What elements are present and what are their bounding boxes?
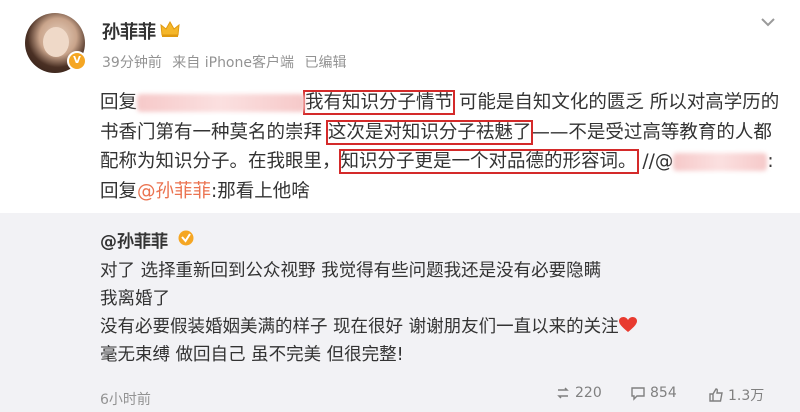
repost-time[interactable]: 6小时前 (100, 389, 151, 409)
repost-line: 没有必要假装婚姻美满的样子 现在很好 谢谢朋友们一直以来的关注 (100, 313, 780, 341)
repost-icon (557, 387, 569, 399)
crown-icon (160, 20, 180, 37)
repost-line: 对了 选择重新回到公众视野 我觉得有些问题我还是没有必要隐瞒 (100, 261, 602, 281)
chevron-down-icon[interactable] (760, 16, 776, 28)
blurred-username (137, 94, 306, 112)
repost-line: 毫无束缚 做回自己 虽不完美 但很完整! (100, 345, 404, 365)
username[interactable]: 孙菲菲 (102, 18, 156, 44)
repost-count: 220 (575, 385, 602, 401)
repost-block[interactable]: @孙菲菲 对了 选择重新回到公众视野 我觉得有些问题我还是没有必要隐瞒 我离婚了… (0, 213, 800, 412)
repost-button[interactable]: 220 (555, 385, 602, 401)
repost-line: 我离婚了 (100, 289, 170, 309)
mention-link[interactable]: @孙菲菲 (137, 181, 211, 202)
edited-label[interactable]: 已编辑 (304, 55, 346, 71)
post-text-6: //@ (642, 151, 674, 172)
highlight-3: 知识分子更是一个对品德的形容词。 (338, 149, 639, 174)
verified-badge-icon: V (67, 51, 87, 71)
comment-icon (631, 387, 645, 401)
heart-icon (618, 317, 637, 332)
comment-button[interactable]: 854 (630, 385, 677, 401)
like-count: 1.3万 (728, 388, 765, 404)
like-icon (709, 388, 723, 402)
like-button[interactable]: 1.3万 (708, 385, 764, 405)
post-meta: 39分钟前 来自 iPhone客户端 已编辑 (102, 52, 352, 72)
repost-line-text: 没有必要假装婚姻美满的样子 现在很好 谢谢朋友们一直以来的关注 (100, 317, 619, 337)
post-content: 回复 我有知识分子情节 可能是自知文化的匮乏 所以对高学历的书香门第有一种莫名的崇… (100, 88, 790, 206)
reply-prefix: 回复 (100, 92, 138, 113)
post-time[interactable]: 39分钟前 (102, 55, 162, 71)
verified-icon (178, 230, 194, 246)
comment-count: 854 (650, 385, 677, 401)
repost-username[interactable]: @孙菲菲 (100, 227, 168, 252)
blurred-mention (673, 153, 768, 171)
highlight-2: 这次是对知识分子祛魅了 (325, 119, 534, 145)
post-source: 来自 iPhone客户端 (172, 55, 294, 71)
repost-text: 对了 选择重新回到公众视野 我觉得有些问题我还是没有必要隐瞒 我离婚了 没有必要… (100, 257, 780, 369)
weibo-post: V 孙菲菲 39分钟前 来自 iPhone客户端 已编辑 回复 我有知识分子情节 … (0, 0, 800, 412)
highlight-1: 我有知识分子情节 (303, 90, 456, 115)
avatar[interactable]: V (25, 13, 87, 73)
post-text-8: :那看上他啥 (211, 180, 310, 202)
